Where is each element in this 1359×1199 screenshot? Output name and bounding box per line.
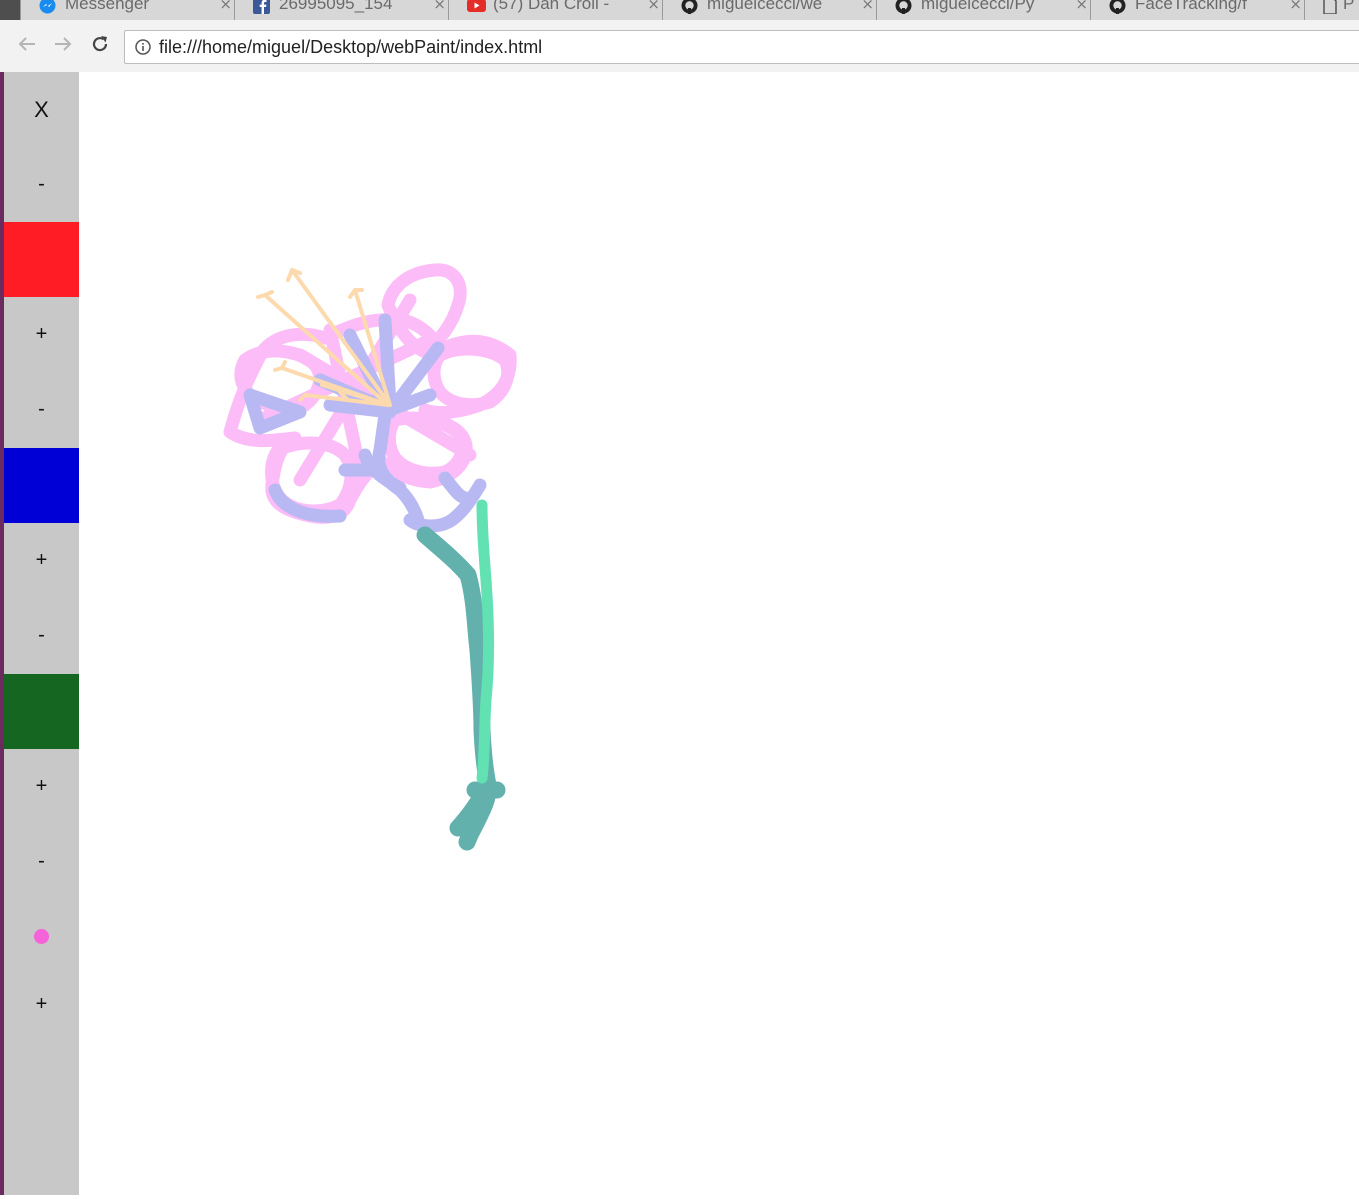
reload-icon: [90, 34, 110, 58]
tab-title: FaceTracking/f: [1135, 0, 1285, 14]
tab-close-icon[interactable]: ×: [861, 0, 874, 13]
github-icon: [681, 0, 698, 14]
page-icon: [1323, 0, 1340, 15]
messenger-icon: [39, 0, 56, 14]
info-icon[interactable]: [135, 39, 151, 59]
brush-size-increase-button[interactable]: +: [4, 967, 79, 1042]
tab-title: 26995095_154: [279, 0, 429, 14]
github-icon: [895, 0, 912, 14]
tab-title: miguelcecci/we: [707, 0, 857, 14]
tab-github-webpaint[interactable]: miguelcecci/we ×: [662, 0, 892, 20]
brush-preview-dot: [34, 929, 49, 944]
browser-toolbar: file:///home/miguel/Desktop/webPaint/ind…: [0, 20, 1359, 73]
address-text: file:///home/miguel/Desktop/webPaint/ind…: [159, 37, 543, 57]
arrow-left-icon: [17, 34, 37, 58]
tab-close-icon[interactable]: ×: [647, 0, 660, 13]
flower-drawing: [223, 263, 517, 851]
tab-title: P: [1343, 0, 1359, 14]
tab-title: (57) Dan Croll -: [493, 0, 643, 14]
brush-size-decrease-button[interactable]: -: [4, 824, 79, 899]
tab-title: Messenger: [65, 0, 215, 14]
facebook-icon: [253, 0, 270, 14]
tab-facebook-image[interactable]: 26995095_154 ×: [234, 0, 464, 20]
blue-increase-button[interactable]: +: [4, 523, 79, 598]
green-decrease-button[interactable]: -: [4, 598, 79, 673]
petal-strokes: [223, 263, 517, 524]
tab-youtube[interactable]: (57) Dan Croll - ×: [448, 0, 678, 20]
tab-close-icon[interactable]: ×: [219, 0, 232, 13]
tab-close-icon[interactable]: ×: [433, 0, 446, 13]
red-channel-swatch: [4, 222, 79, 297]
github-icon: [1109, 0, 1126, 14]
red-increase-button[interactable]: +: [4, 297, 79, 372]
red-decrease-button[interactable]: -: [4, 147, 79, 222]
tab-messenger[interactable]: Messenger ×: [20, 0, 250, 20]
arrow-right-icon: [53, 34, 73, 58]
tab-title: miguelcecci/Py: [921, 0, 1071, 14]
green-increase-button[interactable]: +: [4, 749, 79, 824]
drawing-canvas[interactable]: [79, 72, 1359, 1195]
back-button[interactable]: [12, 28, 42, 64]
forward-button[interactable]: [48, 28, 78, 64]
tool-panel: X - + - + - + - +: [4, 72, 79, 1195]
tab-strip: Messenger × 26995095_154 × (57) Dan Crol…: [0, 0, 1359, 20]
clear-button[interactable]: X: [4, 72, 79, 147]
tab-github-facetracking[interactable]: FaceTracking/f ×: [1090, 0, 1320, 20]
green-channel-swatch: [4, 674, 79, 749]
reload-button[interactable]: [85, 28, 115, 64]
address-bar[interactable]: file:///home/miguel/Desktop/webPaint/ind…: [124, 30, 1359, 64]
tab-page[interactable]: P: [1304, 0, 1359, 20]
youtube-icon: [467, 0, 486, 14]
tab-close-icon[interactable]: ×: [1075, 0, 1088, 13]
tab-github-py[interactable]: miguelcecci/Py ×: [876, 0, 1106, 20]
blue-channel-swatch: [4, 448, 79, 523]
blue-decrease-button[interactable]: -: [4, 372, 79, 447]
tab-close-icon[interactable]: ×: [1289, 0, 1302, 13]
